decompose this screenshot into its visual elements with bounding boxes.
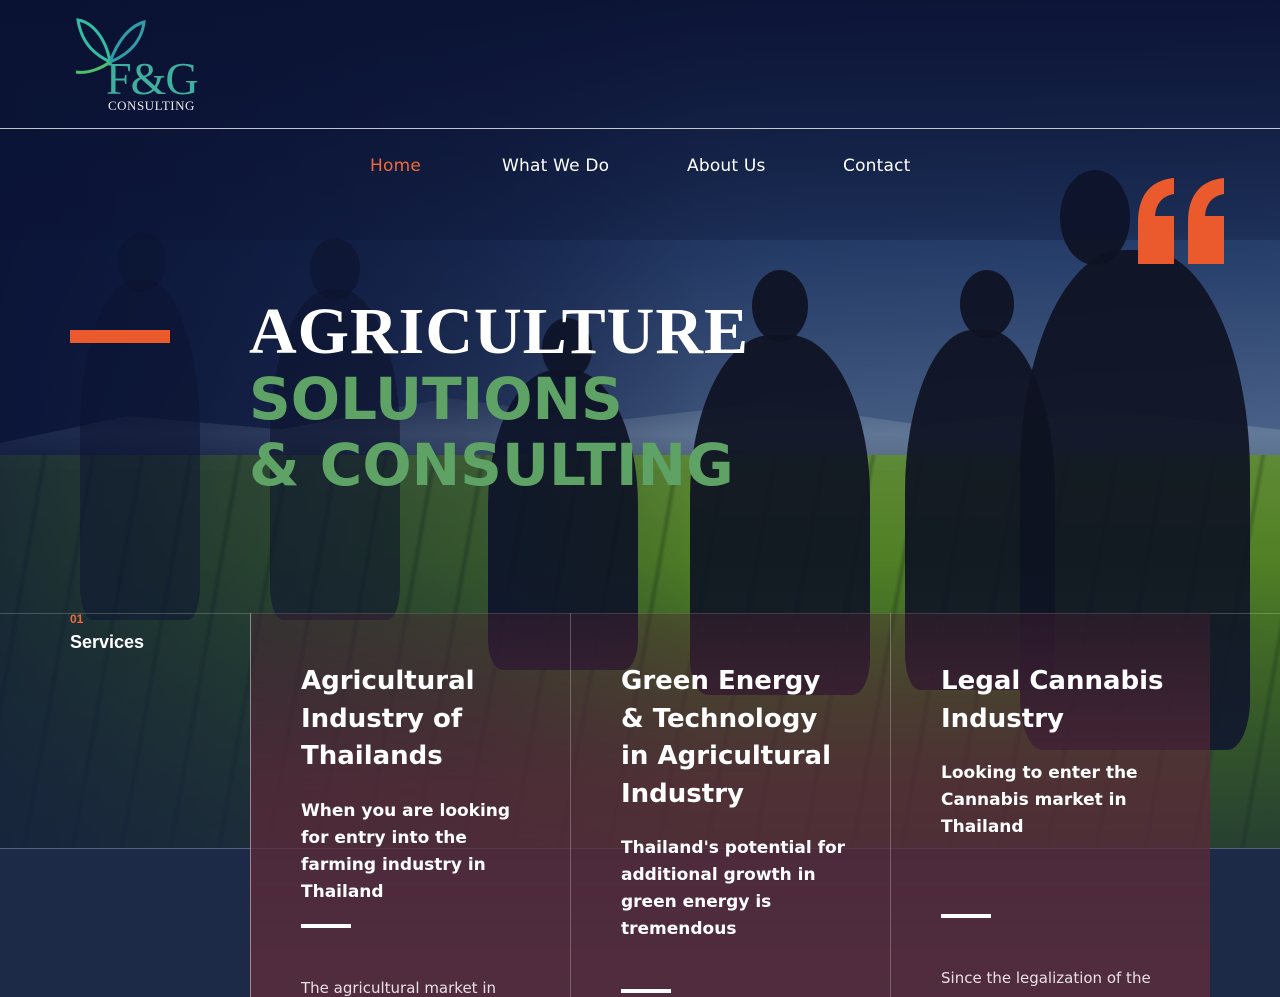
header-divider	[0, 128, 1280, 129]
card-title: Legal Cannabis Industry	[941, 666, 1164, 734]
nav-item-what-we-do[interactable]: What We Do	[502, 156, 609, 176]
card-divider	[621, 989, 671, 993]
service-card-green-energy[interactable]: Green Energy & Technology in Agricultura…	[570, 613, 890, 997]
services-label: Services	[70, 632, 145, 652]
nav-item-home[interactable]: Home	[370, 156, 421, 176]
service-card-cannabis[interactable]: Legal Cannabis Industry Looking to enter…	[890, 613, 1210, 997]
card-divider	[941, 914, 991, 918]
main-nav: Home What We Do About Us Contact	[0, 156, 1280, 178]
card-subtitle: When you are looking for entry into the …	[301, 801, 511, 902]
card-subtitle: Thailand's potential for additional grow…	[621, 838, 846, 939]
card-body: Since the legalization of the	[941, 969, 1151, 987]
card-title: Agricultural Industry of Thailands	[301, 666, 475, 771]
card-title: Green Energy & Technology in Agricultura…	[621, 666, 831, 809]
services-number: 01	[70, 612, 84, 626]
services-divider-vertical	[250, 613, 251, 997]
quote-icon	[1138, 178, 1224, 264]
nav-item-contact[interactable]: Contact	[843, 156, 911, 176]
accent-bar	[70, 330, 170, 343]
card-subtitle: Looking to enter the Cannabis market in …	[941, 763, 1138, 837]
nav-item-about-us[interactable]: About Us	[687, 156, 766, 176]
service-card-agricultural[interactable]: Agricultural Industry of Thailands When …	[250, 613, 570, 997]
site-logo[interactable]: F&G CONSULTING	[72, 16, 212, 113]
logo-subtext: CONSULTING	[108, 98, 195, 113]
hero-title-line1: AGRICULTURE	[249, 295, 750, 368]
card-divider	[301, 924, 351, 928]
hero-title-line3: & CONSULTING	[249, 431, 734, 499]
card-body: The agricultural market in	[301, 979, 496, 997]
logo-text: F&G	[106, 53, 199, 104]
hero-title-line2: SOLUTIONS	[249, 365, 623, 433]
